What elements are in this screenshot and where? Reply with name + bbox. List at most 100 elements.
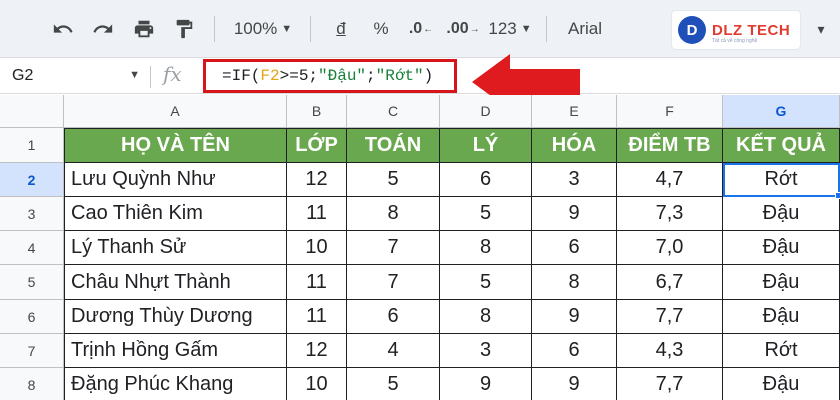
- table-cell[interactable]: 7,3: [617, 197, 723, 231]
- name-box-value: G2: [12, 67, 34, 84]
- table-cell[interactable]: 5: [440, 265, 532, 300]
- row-header-4[interactable]: 4: [0, 231, 64, 265]
- active-cell[interactable]: Rớt: [723, 163, 840, 197]
- table-cell[interactable]: 8: [440, 231, 532, 265]
- arrow-right-icon: →: [469, 23, 480, 35]
- increase-decimal-button[interactable]: .00 →: [446, 12, 480, 46]
- table-cell[interactable]: Đặng Phúc Khang: [64, 368, 287, 400]
- table-cell[interactable]: 9: [532, 197, 617, 231]
- table-cell[interactable]: 7: [347, 265, 440, 300]
- table-header-cell[interactable]: HÓA: [532, 128, 617, 163]
- undo-icon[interactable]: [46, 12, 80, 46]
- row-header-5[interactable]: 5: [0, 265, 64, 300]
- table-cell[interactable]: Đậu: [723, 368, 840, 400]
- table-cell[interactable]: Đậu: [723, 197, 840, 231]
- table-cell[interactable]: 6: [440, 163, 532, 197]
- table-cell[interactable]: 3: [532, 163, 617, 197]
- toolbar: 100% ▼ đ % .0 ← .00 → 123 ▼ Arial D DLZ TE…: [0, 0, 840, 58]
- table-cell[interactable]: 6: [347, 300, 440, 334]
- more-formats-button[interactable]: 123 ▼: [486, 12, 534, 46]
- toolbar-divider: [546, 16, 547, 42]
- column-header-c[interactable]: C: [347, 95, 440, 128]
- font-select[interactable]: Arial: [560, 12, 610, 46]
- table-cell[interactable]: 5: [440, 197, 532, 231]
- table-cell[interactable]: 12: [287, 163, 347, 197]
- table-header-cell[interactable]: LỚP: [287, 128, 347, 163]
- overflow-icon[interactable]: ▾: [806, 12, 836, 46]
- column-header-e[interactable]: E: [532, 95, 617, 128]
- name-box[interactable]: G2 ▼: [10, 64, 146, 88]
- table-cell[interactable]: 9: [532, 368, 617, 400]
- row-header-2[interactable]: 2: [0, 163, 64, 197]
- paint-format-icon[interactable]: [167, 12, 201, 46]
- table-cell[interactable]: 5: [347, 163, 440, 197]
- table-cell[interactable]: Đậu: [723, 265, 840, 300]
- table-cell[interactable]: 7,7: [617, 300, 723, 334]
- print-icon[interactable]: [127, 12, 161, 46]
- table-cell[interactable]: 7: [347, 231, 440, 265]
- decrease-decimal-button[interactable]: .0 ←: [404, 12, 438, 46]
- table-cell[interactable]: Rớt: [723, 334, 840, 368]
- row-header-6[interactable]: 6: [0, 300, 64, 334]
- brand-logo: D DLZ TECH Tất cả về công nghệ: [672, 11, 800, 49]
- toolbar-divider: [310, 16, 311, 42]
- table-header-cell[interactable]: ĐIỂM TB: [617, 128, 723, 163]
- table-cell[interactable]: 12: [287, 334, 347, 368]
- table-cell[interactable]: 8: [440, 300, 532, 334]
- table-cell[interactable]: 8: [347, 197, 440, 231]
- logo-tagline: Tất cả về công nghệ: [712, 38, 758, 44]
- table-cell[interactable]: 11: [287, 300, 347, 334]
- table-cell[interactable]: 4: [347, 334, 440, 368]
- table-cell[interactable]: Châu Nhựt Thành: [64, 265, 287, 300]
- logo-mark: D: [678, 16, 706, 44]
- table-cell[interactable]: 9: [440, 368, 532, 400]
- column-header-f[interactable]: F: [617, 95, 723, 128]
- formula-input[interactable]: =IF(F2 >=5; "Đậu"; "Rớt"): [203, 59, 457, 93]
- column-header-g[interactable]: G: [723, 95, 840, 128]
- zoom-select[interactable]: 100% ▼: [228, 12, 298, 46]
- table-cell[interactable]: 4,7: [617, 163, 723, 197]
- toolbar-divider: [214, 16, 215, 42]
- column-header-b[interactable]: B: [287, 95, 347, 128]
- select-all-corner[interactable]: [0, 95, 64, 128]
- table-cell[interactable]: 10: [287, 231, 347, 265]
- table-cell[interactable]: 3: [440, 334, 532, 368]
- formula-bar: G2 ▼ fx =IF(F2 >=5; "Đậu"; "Rớt"): [0, 58, 840, 94]
- table-cell[interactable]: Đậu: [723, 231, 840, 265]
- table-cell[interactable]: 11: [287, 265, 347, 300]
- arrow-left-icon: ←: [423, 23, 434, 35]
- table-header-cell[interactable]: HỌ VÀ TÊN: [64, 128, 287, 163]
- table-cell[interactable]: 7,0: [617, 231, 723, 265]
- table-cell[interactable]: Đậu: [723, 300, 840, 334]
- table-cell[interactable]: 4,3: [617, 334, 723, 368]
- column-header-a[interactable]: A: [64, 95, 287, 128]
- formula-bar-divider: [150, 66, 151, 88]
- table-cell[interactable]: 8: [532, 265, 617, 300]
- row-header-8[interactable]: 8: [0, 368, 64, 400]
- row-header-3[interactable]: 3: [0, 197, 64, 231]
- table-header-cell[interactable]: TOÁN: [347, 128, 440, 163]
- row-header-7[interactable]: 7: [0, 334, 64, 368]
- row-header-1[interactable]: 1: [0, 128, 64, 163]
- table-cell[interactable]: 11: [287, 197, 347, 231]
- table-cell[interactable]: Trịnh Hồng Gấm: [64, 334, 287, 368]
- percent-button[interactable]: %: [366, 12, 396, 46]
- table-cell[interactable]: 6,7: [617, 265, 723, 300]
- table-cell[interactable]: 6: [532, 231, 617, 265]
- table-cell[interactable]: 6: [532, 334, 617, 368]
- currency-button[interactable]: đ: [326, 12, 356, 46]
- column-header-d[interactable]: D: [440, 95, 532, 128]
- table-cell[interactable]: Cao Thiên Kim: [64, 197, 287, 231]
- table-cell[interactable]: Lưu Quỳnh Như: [64, 163, 287, 197]
- table-cell[interactable]: 7,7: [617, 368, 723, 400]
- redo-icon[interactable]: [86, 12, 120, 46]
- table-cell[interactable]: Dương Thùy Dương: [64, 300, 287, 334]
- table-header-cell[interactable]: LÝ: [440, 128, 532, 163]
- table-cell[interactable]: 5: [347, 368, 440, 400]
- table-cell[interactable]: Lý Thanh Sử: [64, 231, 287, 265]
- table-cell[interactable]: 9: [532, 300, 617, 334]
- fx-icon: fx: [163, 62, 182, 86]
- table-header-cell[interactable]: KẾT QUẢ: [723, 128, 840, 163]
- table-cell[interactable]: 10: [287, 368, 347, 400]
- fill-handle[interactable]: [835, 192, 840, 199]
